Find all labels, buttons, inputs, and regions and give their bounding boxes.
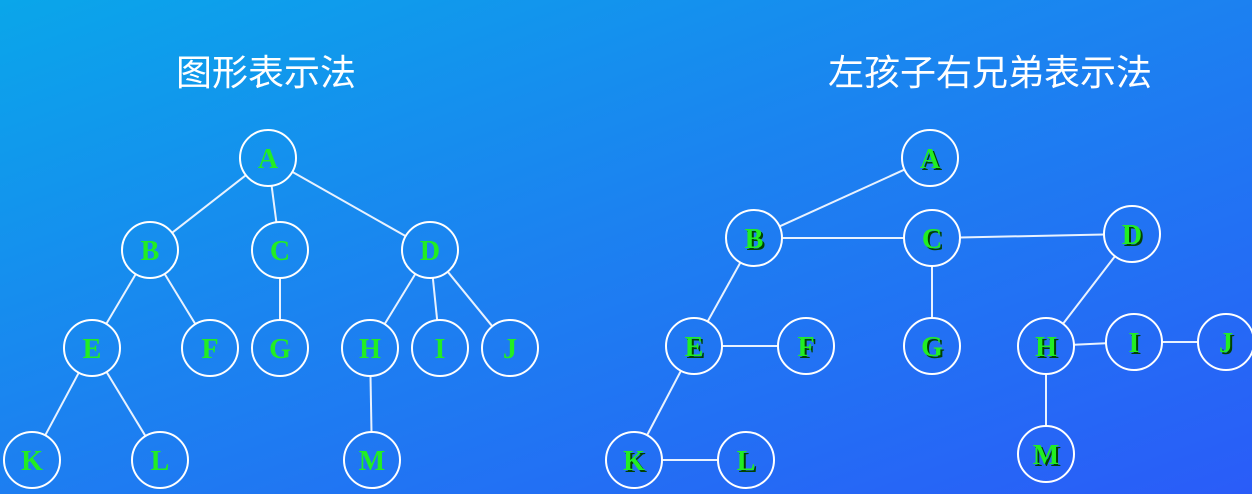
left-edge-A-C <box>270 185 278 223</box>
left-node-label: B <box>141 236 160 267</box>
left-node-H: H <box>341 319 399 377</box>
right-edge-H-I <box>1073 342 1107 346</box>
left-edge-E-L <box>105 371 147 437</box>
left-edge-D-J <box>446 271 494 327</box>
right-edge-A-B <box>779 168 905 228</box>
left-node-label: E <box>83 334 102 365</box>
left-node-D: D <box>401 221 459 279</box>
left-edge-D-H <box>383 273 417 325</box>
right-edge-C-D <box>959 233 1105 239</box>
right-node-label: C <box>922 224 942 255</box>
right-node-A: AA <box>901 129 959 187</box>
right-node-label: H <box>1035 332 1057 363</box>
left-node-label: D <box>420 236 440 267</box>
right-node-label: L <box>737 446 756 477</box>
left-node-label: M <box>359 446 385 477</box>
right-node-I: II <box>1105 313 1163 371</box>
right-node-label: G <box>921 332 943 363</box>
right-node-label: K <box>623 446 645 477</box>
left-tree: A B C D E F G H I J K L M <box>3 129 539 489</box>
left-node-I: I <box>411 319 469 377</box>
left-node-label: G <box>269 334 291 365</box>
right-node-C: CC <box>903 209 961 267</box>
left-edge-D-I <box>431 277 439 321</box>
left-node-label: K <box>21 446 43 477</box>
right-node-label: B <box>745 224 764 255</box>
right-node-G: GG <box>903 317 961 375</box>
right-node-label: I <box>1129 328 1140 359</box>
left-edge-E-K <box>44 372 80 436</box>
right-node-B: BB <box>725 209 783 267</box>
right-edge-E-K <box>646 370 682 436</box>
left-node-F: F <box>181 319 239 377</box>
left-node-label: C <box>270 236 290 267</box>
right-node-L: LL <box>717 431 775 489</box>
left-node-L: L <box>131 431 189 489</box>
right-node-K: KK <box>605 431 663 489</box>
left-edge-A-B <box>171 174 247 234</box>
left-node-J: J <box>481 319 539 377</box>
right-edge-D-H <box>1062 255 1116 325</box>
right-node-D: DD <box>1103 205 1161 263</box>
right-node-label: A <box>920 144 941 175</box>
tree-diagrams: A B C D E F G H I J K L M AA BB CC DD EE FF GG HH II JJ KK LL MM <box>3 129 1252 489</box>
right-node-F: FF <box>777 317 835 375</box>
left-node-M: M <box>343 431 401 489</box>
right-node-M: MM <box>1017 425 1075 483</box>
right-edge-B-E <box>706 261 742 323</box>
left-edge-B-F <box>163 273 197 325</box>
right-node-label: F <box>797 332 814 363</box>
left-node-label: F <box>201 334 218 365</box>
left-node-A: A <box>239 129 297 187</box>
left-node-label: I <box>435 334 446 365</box>
left-edge-H-M <box>369 375 373 433</box>
left-node-label: A <box>258 144 279 175</box>
left-node-label: H <box>359 334 381 365</box>
right-tree: AA BB CC DD EE FF GG HH II JJ KK LL MM <box>605 129 1252 489</box>
right-node-label: E <box>685 332 704 363</box>
left-edge-B-E <box>105 273 137 325</box>
left-node-K: K <box>3 431 61 489</box>
left-node-G: G <box>251 319 309 377</box>
right-node-H: HH <box>1017 317 1075 375</box>
left-node-label: J <box>503 334 517 365</box>
left-node-C: C <box>251 221 309 279</box>
right-node-label: D <box>1122 220 1142 251</box>
right-node-E: EE <box>665 317 723 375</box>
right-node-label: J <box>1219 328 1233 359</box>
left-node-B: B <box>121 221 179 279</box>
left-edge-A-D <box>291 170 407 238</box>
left-node-E: E <box>63 319 121 377</box>
right-node-label: M <box>1033 440 1059 471</box>
left-node-label: L <box>151 446 170 477</box>
right-node-J: JJ <box>1197 313 1252 371</box>
